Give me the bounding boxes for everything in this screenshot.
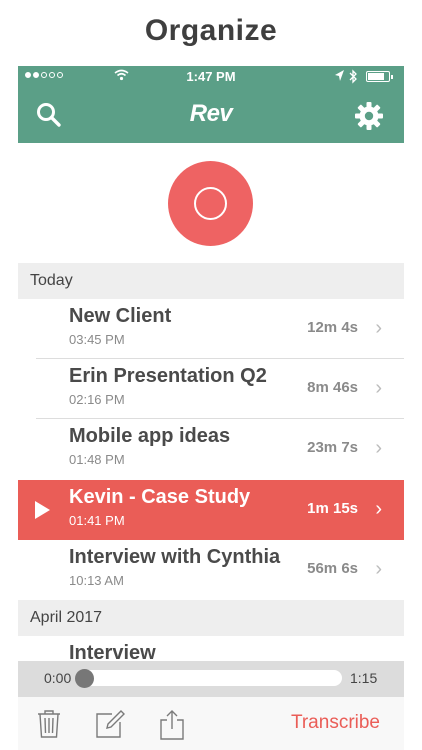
- section-header-april-2017: April 2017: [18, 600, 404, 636]
- recording-row[interactable]: Erin Presentation Q2 02:16 PM 8m 46s ›: [18, 359, 404, 419]
- gear-icon[interactable]: [354, 101, 384, 131]
- record-ring-icon: [194, 187, 227, 220]
- recording-time: 02:16 PM: [69, 392, 125, 407]
- playback-total-time: 1:15: [350, 670, 378, 686]
- audio-player: 0:00 1:15: [18, 661, 404, 697]
- play-icon[interactable]: [35, 501, 50, 519]
- recording-row[interactable]: Mobile app ideas 01:48 PM 23m 7s ›: [18, 419, 404, 479]
- chevron-right-icon: ›: [375, 377, 382, 399]
- recording-duration: 23m 7s: [307, 439, 358, 456]
- recording-row[interactable]: New Client 03:45 PM 12m 4s ›: [18, 299, 404, 359]
- recording-time: 10:13 AM: [69, 573, 124, 588]
- record-button[interactable]: [168, 161, 253, 246]
- recording-duration: 56m 6s: [307, 560, 358, 577]
- chevron-right-icon: ›: [375, 498, 382, 520]
- recording-title: Kevin - Case Study: [69, 486, 251, 508]
- chevron-right-icon: ›: [375, 317, 382, 339]
- playback-current-time: 0:00: [44, 670, 72, 686]
- playback-scrubber-track[interactable]: [80, 670, 342, 686]
- recording-duration: 8m 46s: [307, 379, 358, 396]
- recording-time: 01:48 PM: [69, 452, 125, 467]
- recording-row[interactable]: Interview with Cynthia 10:13 AM 56m 6s ›: [18, 540, 404, 600]
- bottom-toolbar: Transcribe: [18, 697, 404, 750]
- phone-screen: 1:47 PM Rev Today New Client 03:45 PM 12…: [18, 66, 404, 750]
- rev-logo: Rev: [189, 100, 233, 127]
- location-arrow-icon: [335, 70, 344, 81]
- playback-scrubber-knob[interactable]: [75, 669, 94, 688]
- promo-headline: Organize: [144, 14, 278, 47]
- recording-time: 01:41 PM: [69, 513, 125, 528]
- chevron-right-icon: ›: [375, 558, 382, 580]
- recording-duration: 1m 15s: [307, 500, 358, 517]
- trash-icon[interactable]: [36, 709, 62, 739]
- section-header-today: Today: [18, 263, 404, 299]
- chevron-right-icon: ›: [375, 437, 382, 459]
- bluetooth-icon: [349, 69, 357, 84]
- status-time: 1:47 PM: [186, 69, 236, 84]
- transcribe-button[interactable]: Transcribe: [291, 712, 380, 734]
- status-bar: 1:47 PM: [18, 66, 404, 88]
- battery-icon: [366, 71, 393, 82]
- edit-icon[interactable]: [95, 709, 125, 739]
- nav-bar: Rev: [18, 88, 404, 143]
- share-icon[interactable]: [158, 709, 186, 741]
- recording-duration: 12m 4s: [307, 319, 358, 336]
- recording-time: 03:45 PM: [69, 332, 125, 347]
- recording-row-selected[interactable]: Kevin - Case Study 01:41 PM 1m 15s ›: [18, 480, 404, 540]
- recording-title: Erin Presentation Q2: [69, 365, 267, 387]
- recording-title: Interview with Cynthia: [69, 546, 281, 568]
- recording-title: New Client: [69, 305, 172, 327]
- recording-title: Mobile app ideas: [69, 425, 231, 447]
